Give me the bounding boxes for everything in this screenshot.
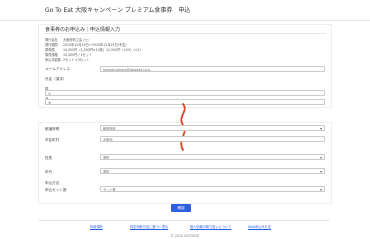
footer-link-privacy[interactable]: 個人情報の取り扱いについて (190, 224, 231, 229)
gender-select[interactable]: 選択 (100, 154, 325, 160)
info-value: 2セット＊3セット (63, 58, 90, 62)
footer-link-howto[interactable]: Web申込み方法 (248, 224, 271, 229)
city-field[interactable]: 大阪市 (100, 136, 325, 142)
email-label: メールアドレス (45, 67, 71, 71)
email-field[interactable]: sample.sahara@gotoeat.co.jp (100, 66, 325, 72)
confirm-button[interactable]: 確認 (171, 204, 191, 212)
page-title: Go To Eat 大阪キャンペーン プレミアム食事券 申込 (45, 7, 191, 14)
info-row: 申込可能数 2セット＊3セット (45, 57, 89, 62)
quantity-select[interactable]: セット数 (100, 186, 325, 192)
last-name-field[interactable]: 山 (45, 90, 325, 96)
info-label: 申込可能数 (45, 58, 61, 62)
age-label: 年代 (45, 170, 53, 174)
prefecture-label: 都道府県 (45, 127, 60, 131)
section-divider (44, 33, 326, 34)
age-select[interactable]: 選択 (100, 168, 325, 174)
apply-method-label: 申込方法 (45, 181, 60, 185)
footer-link-terms[interactable]: 利用規約 (90, 224, 103, 229)
city-label: 市区町村 (45, 138, 60, 142)
gender-label: 性別 (45, 156, 53, 160)
app-header: Go To Eat 大阪キャンペーン プレミアム食事券 申込 (0, 0, 370, 21)
copyright: © 2020 GOTOEAT (170, 234, 200, 238)
footer-divider (38, 220, 330, 221)
quantity-label: 申込セット数 (45, 188, 67, 192)
section-title: 食事券のお申込み｜申込情報入力 (45, 27, 121, 33)
footer-link-commerce[interactable]: 特定商取引法に基づく表示 (130, 224, 168, 229)
prefecture-select[interactable]: 都道府県 (100, 125, 325, 131)
name-label: 氏名（漢字） (45, 77, 67, 81)
